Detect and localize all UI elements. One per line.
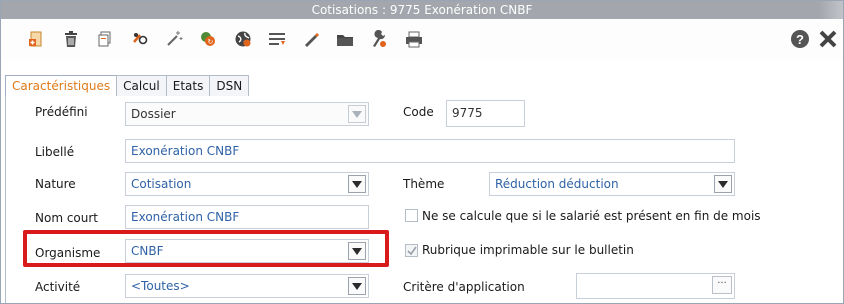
wand-icon[interactable]: [165, 30, 183, 48]
tools-icon[interactable]: [370, 30, 388, 48]
new-document-icon[interactable]: [27, 30, 45, 48]
activite-dropdown-icon[interactable]: [348, 277, 366, 295]
activite-value: <Toutes>: [131, 279, 190, 293]
tab-bar: Caractéristiques Calcul Etats DSN: [5, 75, 250, 98]
copy-icon[interactable]: [96, 30, 114, 48]
toolbar: ↻ ?: [1, 19, 843, 59]
predefini-select[interactable]: Dossier: [125, 102, 369, 126]
pen-icon[interactable]: [302, 30, 320, 48]
predefini-value: Dossier: [131, 107, 176, 121]
nature-select[interactable]: Cotisation: [125, 172, 369, 196]
code-label: Code: [403, 105, 434, 119]
critere-ellipsis-button[interactable]: ···: [712, 276, 732, 294]
checkmark-icon: [407, 246, 417, 256]
help-icon[interactable]: ?: [790, 29, 810, 49]
link-icon[interactable]: [131, 30, 149, 48]
svg-text:?: ?: [796, 32, 804, 47]
imprimable-label: Rubrique imprimable sur le bulletin: [422, 243, 634, 257]
theme-dropdown-icon[interactable]: [714, 175, 732, 193]
theme-value: Réduction déduction: [495, 177, 619, 191]
cotisation-window: Cotisations : 9775 Exonération CNBF ↻ ? …: [0, 0, 844, 304]
code-value: 9775: [452, 106, 483, 120]
svg-text:↻: ↻: [208, 38, 214, 46]
imprimable-checkbox[interactable]: [405, 244, 418, 257]
tab-caracteristiques[interactable]: Caractéristiques: [5, 75, 118, 98]
nature-dropdown-icon[interactable]: [348, 175, 366, 193]
tab-calcul[interactable]: Calcul: [116, 75, 167, 97]
theme-select[interactable]: Réduction déduction: [489, 172, 735, 196]
tab-etats[interactable]: Etats: [165, 75, 211, 97]
critere-label: Critère d'application: [403, 280, 525, 294]
nature-label: Nature: [35, 177, 76, 191]
activite-select[interactable]: <Toutes>: [125, 274, 369, 298]
predefini-label: Prédéfini: [35, 105, 88, 119]
libelle-label: Libellé: [35, 145, 75, 159]
nature-value: Cotisation: [131, 177, 192, 191]
fin-mois-label: Ne se calcule que si le salarié est prés…: [422, 209, 761, 223]
globe-icon[interactable]: [234, 30, 252, 48]
libelle-field[interactable]: Exonération CNBF: [125, 139, 735, 163]
fin-mois-checkbox[interactable]: [405, 209, 418, 222]
activite-label: Activité: [35, 280, 81, 294]
nom-court-value: Exonération CNBF: [131, 210, 240, 224]
print-icon[interactable]: [405, 30, 423, 48]
nom-court-field[interactable]: Exonération CNBF: [125, 205, 369, 229]
caracteristiques-panel: Prédéfini Dossier Code 9775 Libellé Exon…: [5, 96, 843, 303]
folder-icon[interactable]: [336, 30, 354, 48]
theme-label: Thème: [403, 177, 445, 191]
window-title: Cotisations : 9775 Exonération CNBF: [1, 1, 843, 19]
organisme-highlight-box: [23, 230, 389, 267]
code-field[interactable]: 9775: [446, 100, 525, 127]
libelle-value: Exonération CNBF: [131, 144, 240, 158]
list-icon[interactable]: [268, 30, 286, 48]
recalc-icon[interactable]: ↻: [199, 30, 217, 48]
delete-icon[interactable]: [62, 30, 80, 48]
predefini-dropdown-icon[interactable]: [348, 105, 366, 123]
nom-court-label: Nom court: [35, 211, 99, 225]
tab-dsn[interactable]: DSN: [209, 75, 250, 97]
critere-field[interactable]: ···: [576, 273, 735, 299]
close-icon[interactable]: [818, 29, 838, 49]
